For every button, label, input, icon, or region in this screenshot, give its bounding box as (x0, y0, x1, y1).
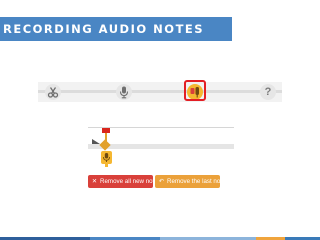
selected-tool-highlight (184, 80, 206, 101)
remove-all-label: Remove all new notes (100, 178, 161, 185)
help-glyph: ? (264, 86, 272, 98)
slide-title: RECORDING AUDIO NOTES (0, 17, 232, 41)
recording-panel: ✕ Remove all new notes ↶ Remove the last n… (88, 127, 234, 189)
remove-all-notes-button[interactable]: ✕ Remove all new notes (88, 175, 161, 188)
remove-last-label: Remove the last note (167, 178, 226, 185)
toolbar-track (38, 90, 282, 93)
recording-flag-icon (102, 128, 110, 133)
help-icon[interactable]: ? (260, 84, 276, 100)
marker-stem (105, 164, 108, 167)
audio-note-marker[interactable] (101, 151, 112, 164)
undo-icon: ↶ (158, 178, 165, 185)
remove-last-note-button[interactable]: ↶ Remove the last note (155, 175, 225, 188)
scissors-icon[interactable] (45, 84, 61, 100)
close-icon: ✕ (91, 178, 98, 185)
microphone-icon[interactable] (116, 84, 132, 100)
audio-toolbar: ? (38, 82, 282, 102)
